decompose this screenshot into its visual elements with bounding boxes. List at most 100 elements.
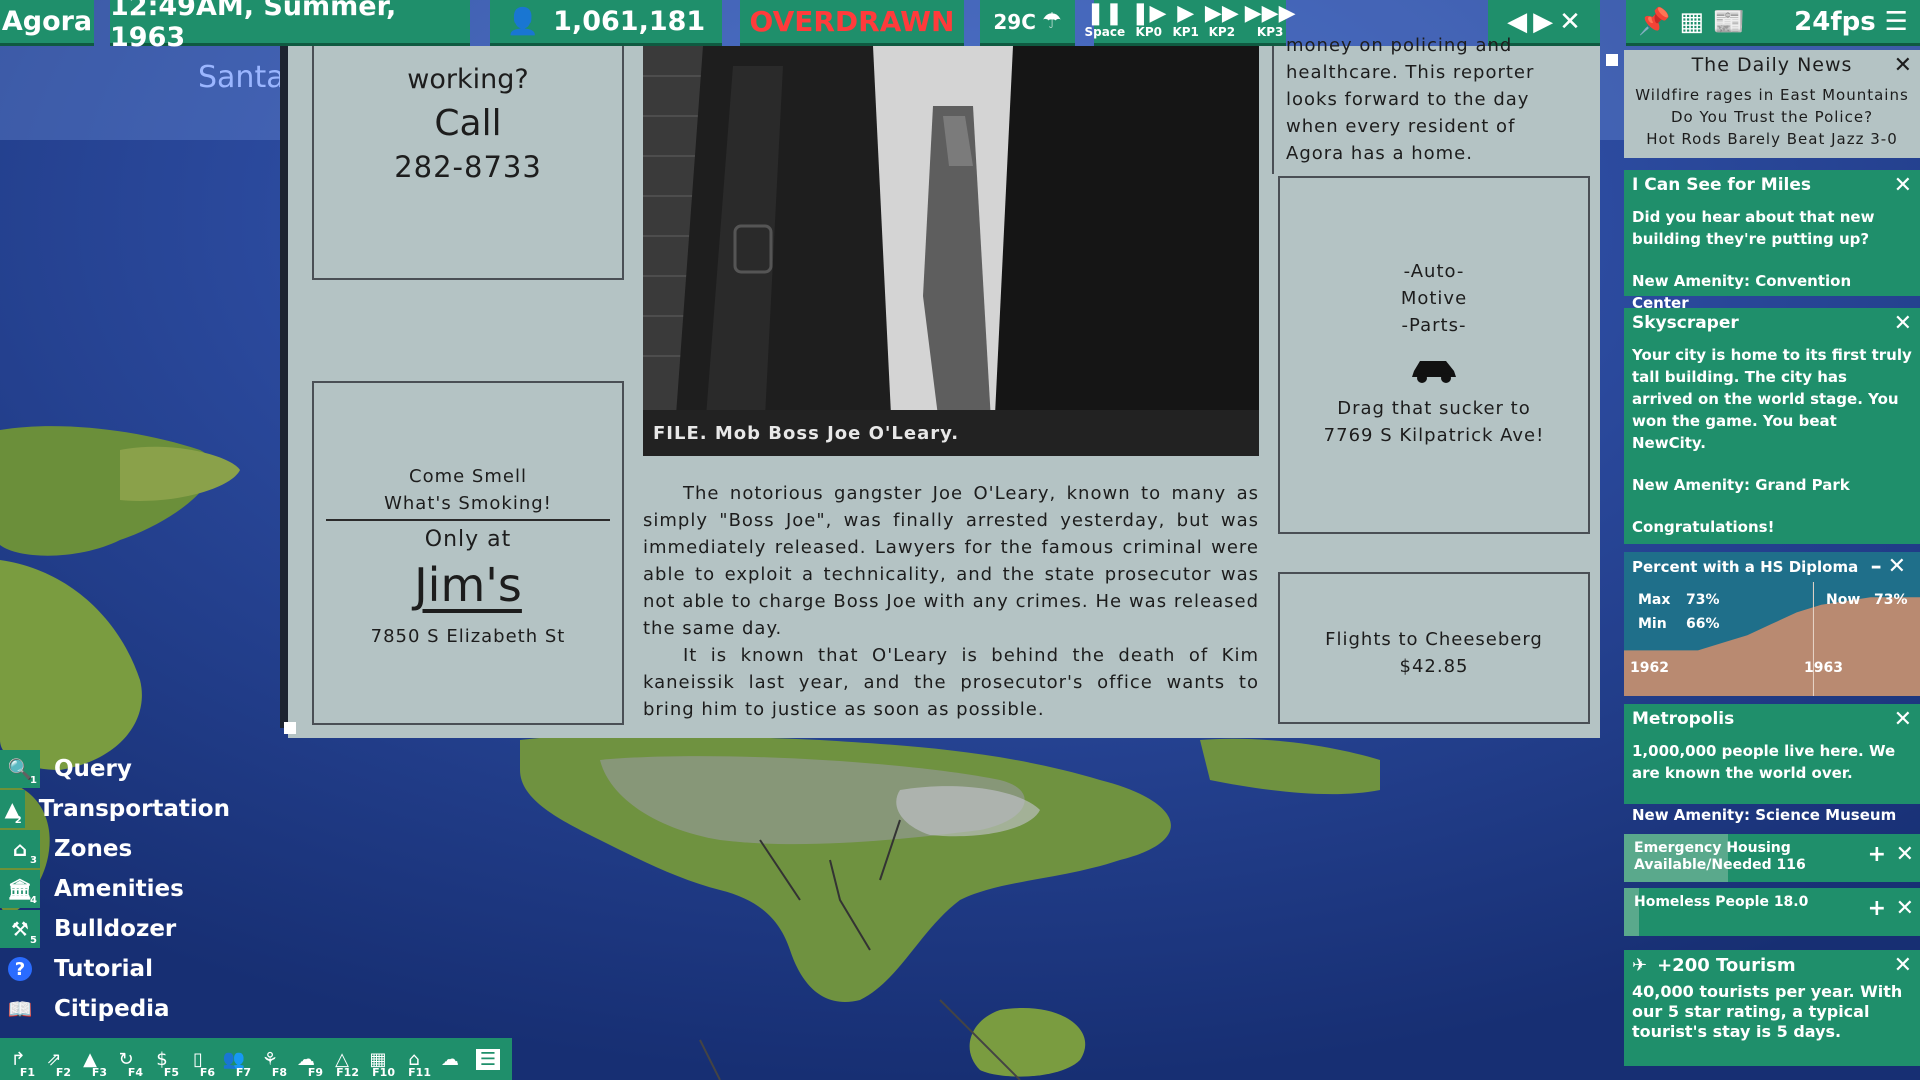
ad-jims: Come Smell What's Smoking! Only at Jim's…: [312, 381, 624, 725]
tool-tree[interactable]: ⚘ F8: [252, 1038, 288, 1080]
tourism-icon: ✈: [1632, 954, 1648, 976]
photo-caption: FILE. Mob Boss Joe O'Leary.: [643, 410, 1259, 456]
tool-weather[interactable]: ☁ F9: [288, 1038, 324, 1080]
tool-people[interactable]: 👥 F7: [216, 1038, 252, 1080]
resize-handle[interactable]: [1606, 54, 1618, 66]
menu-transportation[interactable]: ▲ 2 Transportation: [0, 790, 230, 828]
close-icon[interactable]: ✕: [1894, 173, 1912, 198]
fastest-icon: ▶▶▶: [1244, 1, 1296, 26]
tool-money[interactable]: $ F5: [144, 1038, 180, 1080]
close-icon[interactable]: ✕: [1896, 842, 1914, 867]
ad-auto-line4: Drag that sucker to: [1337, 398, 1531, 419]
pin-icon[interactable]: 📌: [1638, 7, 1670, 37]
chart-min-value: 66%: [1686, 616, 1720, 632]
menu-bulldozer[interactable]: ⚒ 5 Bulldozer: [0, 910, 230, 948]
chart-max-label: Max: [1638, 592, 1671, 608]
tool-warning[interactable]: △ F12: [324, 1038, 360, 1080]
homeless-gauge[interactable]: Homeless People 18.0 + ✕: [1624, 888, 1920, 936]
gauge-label: Emergency Housing: [1634, 840, 1791, 856]
news-article: The notorious gangster Joe O'Leary, know…: [643, 480, 1259, 723]
headline[interactable]: Hot Rods Barely Beat Jazz 3-0: [1624, 128, 1920, 150]
menu-label: Query: [54, 756, 132, 782]
ad-flights-price: $42.85: [1399, 656, 1469, 677]
ad-auto-line2: Motive: [1400, 288, 1468, 309]
tool-newspaper[interactable]: ☰: [468, 1038, 508, 1080]
ad-auto-body: Drag that sucker to 7769 S Kilpatrick Av…: [1280, 395, 1588, 449]
city-name[interactable]: Agora: [0, 0, 94, 46]
menu-label: Bulldozer: [54, 916, 177, 942]
article-continuation: money on policing and healthcare. This r…: [1272, 35, 1556, 174]
notification-card[interactable]: I Can See for Miles ✕ Did you hear about …: [1624, 170, 1920, 312]
notification-footer-2: Congratulations!: [1632, 518, 1775, 536]
grid-icon[interactable]: ▦: [1679, 7, 1704, 37]
ad-jims-line3: Only at: [424, 527, 512, 552]
menu-amenities[interactable]: 🏛 4 Amenities: [0, 870, 230, 908]
ad-auto-title: -Auto- Motive -Parts-: [1280, 258, 1588, 339]
news-photo: FILE. Mob Boss Joe O'Leary.: [643, 46, 1259, 456]
headline[interactable]: Do You Trust the Police?: [1624, 106, 1920, 128]
population-display[interactable]: 👤 1,061,181: [490, 0, 722, 46]
tool-interchange[interactable]: ↻ F4: [108, 1038, 144, 1080]
notification-card[interactable]: Skyscraper ✕ Your city is home to its fir…: [1624, 308, 1920, 544]
tool-zone[interactable]: ▲ F3: [72, 1038, 108, 1080]
resize-handle[interactable]: [284, 722, 296, 734]
step-icon: ❚▶: [1131, 1, 1167, 26]
chart-max-value: 73%: [1686, 592, 1720, 608]
chart-now-value: 73%: [1874, 592, 1908, 608]
menu-zones[interactable]: ⌂ 3 Zones: [0, 830, 230, 868]
ad-flights-line1: Flights to Cheeseberg: [1325, 629, 1543, 650]
tool-home[interactable]: ⌂ F11: [396, 1038, 432, 1080]
tool-signal[interactable]: ▦ F10: [360, 1038, 396, 1080]
close-icon[interactable]: ✕: [1894, 53, 1912, 78]
menu-query[interactable]: 🔍 1 Query: [0, 750, 230, 788]
mob-boss-photo: [643, 46, 1259, 456]
menu-label: Transportation: [38, 796, 230, 822]
notification-title: +200 Tourism: [1657, 954, 1796, 976]
pause-button[interactable]: ❚❚ Space: [1085, 2, 1126, 39]
budget-status[interactable]: OVERDRAWN: [740, 0, 964, 46]
headline[interactable]: Wildfire rages in East Mountains: [1624, 84, 1920, 106]
close-icon[interactable]: ✕: [1559, 7, 1581, 37]
menu-icon[interactable]: ☰: [1885, 7, 1908, 37]
notification-title: Metropolis: [1632, 709, 1735, 729]
speed-1-button[interactable]: ▶ KP1: [1172, 2, 1198, 39]
ad-jims-line2: What's Smoking!: [384, 493, 552, 514]
ad-call-phone: 282-8733: [394, 150, 542, 184]
speed-0-button[interactable]: ❚▶ KP0: [1131, 2, 1166, 39]
play-icon: ▶: [1177, 1, 1195, 26]
close-icon[interactable]: ✕: [1894, 953, 1912, 978]
expand-icon[interactable]: +: [1868, 842, 1886, 867]
stat-chart-panel[interactable]: Percent with a HS Diploma –✕ Max 73% Min…: [1624, 552, 1920, 696]
close-icon[interactable]: ✕: [1894, 311, 1912, 336]
ad-auto-line1: -Auto-: [1403, 261, 1465, 282]
notification-body: 1,000,000 people live here. We are known…: [1632, 742, 1896, 782]
chart-area: [1624, 597, 1920, 696]
small-cloud-icon: ☁: [441, 1048, 459, 1070]
speed-2-button[interactable]: ▶▶ KP2: [1205, 2, 1239, 39]
ad-jims-address: 7850 S Elizabeth St: [370, 626, 566, 647]
temperature: 29C: [993, 9, 1036, 34]
close-icon[interactable]: ✕: [1896, 896, 1914, 921]
expand-icon[interactable]: +: [1868, 896, 1886, 921]
newspaper-icon[interactable]: 📰: [1713, 7, 1745, 37]
tool-street[interactable]: ⇗ F2: [36, 1038, 72, 1080]
tool-road[interactable]: ↱ F1: [0, 1038, 36, 1080]
menu-citipedia[interactable]: 📖 Citipedia: [0, 990, 230, 1028]
tool-tower[interactable]: ▯ F6: [180, 1038, 216, 1080]
notification-title: Skyscraper: [1632, 313, 1739, 333]
notification-card[interactable]: ✈ +200 Tourism ✕ 40,000 tourists per year.…: [1624, 950, 1920, 1066]
article-paragraph-1: The notorious gangster Joe O'Leary, know…: [643, 483, 1259, 639]
tool-cloud[interactable]: ☁: [432, 1038, 468, 1080]
emergency-housing-gauge[interactable]: Emergency Housing Available/Needed 116 + ✕: [1624, 834, 1920, 882]
date-time-display: 12:49AM, Summer, 1963: [110, 0, 470, 53]
notification-footer: New Amenity: Grand Park: [1632, 476, 1850, 494]
weather-display[interactable]: 29C ☂: [980, 0, 1075, 46]
close-icon[interactable]: ✕: [1894, 707, 1912, 732]
close-icon[interactable]: ✕: [1888, 554, 1912, 579]
ad-call-line2: Call: [434, 103, 502, 144]
minimize-icon[interactable]: –: [1871, 554, 1888, 579]
menu-tutorial[interactable]: ? Tutorial: [0, 950, 230, 988]
notification-card[interactable]: Metropolis ✕ 1,000,000 people live here. …: [1624, 704, 1920, 824]
daily-news-panel[interactable]: The Daily News ✕ Wildfire rages in East …: [1624, 50, 1920, 158]
building-icon: 🏛: [7, 877, 33, 901]
